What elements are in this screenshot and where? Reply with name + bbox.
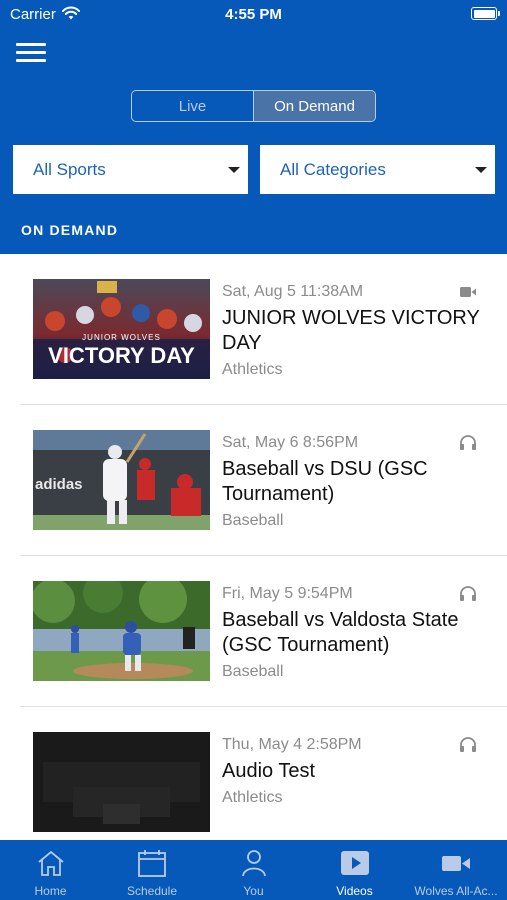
battery-icon (471, 7, 500, 20)
camera-icon (442, 856, 470, 871)
item-meta: Sat, May 6 8:56PM Baseball vs DSU (GSC T… (222, 434, 482, 530)
tab-wolves-all-access[interactable]: Wolves All-Ac... (405, 840, 507, 900)
item-date: Sat, May 6 8:56PM (222, 434, 359, 451)
item-meta: Fri, May 5 9:54PM Baseball vs Valdosta S… (222, 585, 482, 681)
item-category: Athletics (222, 789, 283, 806)
categories-filter-value: All Categories (280, 159, 386, 179)
play-icon (340, 851, 369, 875)
segment-on-demand[interactable]: On Demand (254, 91, 375, 121)
thumbnail-title: VICTORY DAY (48, 343, 195, 368)
list-item[interactable]: Fri, May 5 9:54PM Baseball vs Valdosta S… (0, 556, 507, 707)
thumbnail-subtitle: JUNIOR WOLVES (82, 333, 161, 342)
sports-filter-value: All Sports (33, 159, 106, 179)
tab-schedule[interactable]: Schedule (101, 840, 203, 900)
caret-down-icon (228, 167, 240, 173)
thumbnail-art (33, 732, 210, 832)
segment-live[interactable]: Live (132, 91, 254, 121)
tab-label: You (243, 884, 264, 898)
item-date: Thu, May 4 2:58PM (222, 736, 362, 753)
caret-down-icon (475, 167, 487, 173)
status-time: 4:55 PM (225, 6, 282, 23)
tab-label: Videos (336, 884, 373, 898)
item-title: Baseball vs DSU (GSC Tournament) (222, 458, 428, 505)
thumbnail-sponsor-text: adidas (35, 476, 83, 493)
section-title: ON DEMAND (21, 222, 119, 238)
video-icon (460, 287, 476, 297)
headphones-icon (460, 586, 476, 601)
headphones-icon (460, 435, 476, 450)
status-bar: Carrier 4:55 PM (0, 0, 507, 30)
thumbnail-baseball-dsu: adidas (33, 430, 210, 530)
thumbnail-audio-test (33, 732, 210, 832)
item-title: JUNIOR WOLVES VICTORY DAY (222, 307, 480, 354)
item-category: Athletics (222, 361, 283, 378)
item-title: Baseball vs Valdosta State (GSC Tourname… (222, 609, 459, 656)
person-icon (241, 850, 266, 877)
categories-filter-select[interactable]: All Categories (260, 145, 495, 194)
item-date: Sat, Aug 5 11:38AM (222, 283, 364, 300)
item-date: Fri, May 5 9:54PM (222, 585, 353, 602)
tab-you[interactable]: You (203, 840, 304, 900)
item-category: Baseball (222, 663, 284, 680)
tab-videos[interactable]: Videos (304, 840, 405, 900)
tab-label: Wolves All-Ac... (414, 884, 498, 898)
tab-label: Home (34, 884, 67, 898)
item-meta: Thu, May 4 2:58PM Audio Test Athletics (222, 736, 482, 807)
thumbnail-victory-day: JUNIOR WOLVES VICTORY DAY (33, 279, 210, 379)
item-meta: Sat, Aug 5 11:38AM JUNIOR WOLVES VICTORY… (222, 283, 482, 379)
home-icon (37, 850, 64, 876)
tab-label: Schedule (126, 884, 178, 898)
live-demand-toggle: Live On Demand (131, 90, 376, 122)
on-demand-list[interactable]: JUNIOR WOLVES VICTORY DAY Sat, Aug 5 11:… (0, 254, 507, 840)
menu-icon[interactable] (16, 43, 46, 63)
list-item[interactable]: JUNIOR WOLVES VICTORY DAY Sat, Aug 5 11:… (0, 254, 507, 405)
header: Carrier 4:55 PM Live On Demand All Sport… (0, 0, 507, 254)
calendar-icon (138, 850, 166, 877)
list-item[interactable]: adidas Sat, May 6 8:56PM Baseball vs DSU… (0, 405, 507, 556)
thumbnail-art (33, 581, 210, 681)
tab-bar: Home Schedule You Videos Wolves All-Ac..… (0, 840, 507, 900)
sports-filter-select[interactable]: All Sports (13, 145, 248, 194)
item-category: Baseball (222, 512, 284, 529)
tab-home[interactable]: Home (0, 840, 101, 900)
list-item[interactable]: Thu, May 4 2:58PM Audio Test Athletics (0, 707, 507, 840)
thumbnail-baseball-valdosta (33, 581, 210, 681)
item-title: Audio Test (222, 760, 316, 782)
headphones-icon (460, 737, 476, 752)
